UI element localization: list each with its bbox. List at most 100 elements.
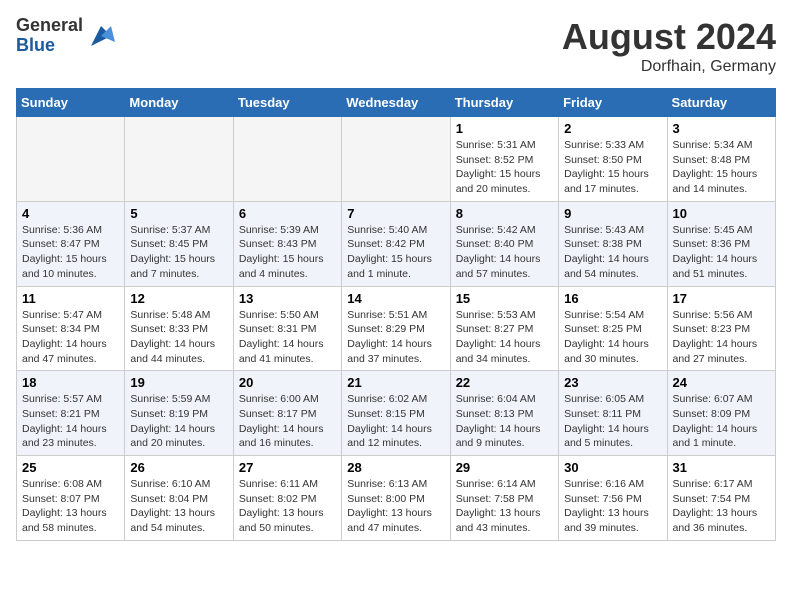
calendar-day-cell: 14Sunrise: 5:51 AMSunset: 8:29 PMDayligh…	[342, 286, 450, 371]
day-info: Sunrise: 6:14 AMSunset: 7:58 PMDaylight:…	[456, 477, 553, 536]
day-number: 24	[673, 375, 770, 390]
day-number: 20	[239, 375, 336, 390]
day-number: 3	[673, 121, 770, 136]
calendar-day-cell: 26 Sunrise: 6:10 AMSunset: 8:04 PMDayligh…	[125, 456, 233, 541]
calendar-table: SundayMondayTuesdayWednesdayThursdayFrid…	[16, 88, 776, 541]
calendar-day-cell: 13 Sunrise: 5:50 AMSunset: 8:31 PMDayligh…	[233, 286, 341, 371]
day-number: 28	[347, 460, 444, 475]
calendar-day-cell	[233, 117, 341, 202]
day-info: Sunrise: 5:31 AMSunset: 8:52 PMDaylight:…	[456, 138, 553, 197]
month-title: August 2024	[562, 16, 776, 58]
day-number: 25	[22, 460, 119, 475]
calendar-day-cell: 7Sunrise: 5:40 AMSunset: 8:42 PMDaylight…	[342, 201, 450, 286]
day-number: 31	[673, 460, 770, 475]
location: Dorfhain, Germany	[562, 58, 776, 76]
day-info: Sunrise: 5:54 AMSunset: 8:25 PMDaylight:…	[564, 308, 661, 367]
calendar-day-cell: 3 Sunrise: 5:34 AMSunset: 8:48 PMDaylight…	[667, 117, 775, 202]
day-info: Sunrise: 6:13 AMSunset: 8:00 PMDaylight:…	[347, 477, 444, 536]
day-number: 23	[564, 375, 661, 390]
day-info: Sunrise: 5:40 AMSunset: 8:42 PMDaylight:…	[347, 223, 444, 282]
calendar-day-cell: 12Sunrise: 5:48 AMSunset: 8:33 PMDayligh…	[125, 286, 233, 371]
logo-icon	[87, 22, 115, 50]
calendar-week-row: 25 Sunrise: 6:08 AMSunset: 8:07 PMDayligh…	[17, 456, 776, 541]
day-info: Sunrise: 5:36 AMSunset: 8:47 PMDaylight:…	[22, 223, 119, 282]
day-number: 21	[347, 375, 444, 390]
day-number: 15	[456, 291, 553, 306]
calendar-day-cell: 6 Sunrise: 5:39 AMSunset: 8:43 PMDaylight…	[233, 201, 341, 286]
day-info: Sunrise: 5:43 AMSunset: 8:38 PMDaylight:…	[564, 223, 661, 282]
day-info: Sunrise: 6:16 AMSunset: 7:56 PMDaylight:…	[564, 477, 661, 536]
day-info: Sunrise: 6:04 AMSunset: 8:13 PMDaylight:…	[456, 392, 553, 451]
day-info: Sunrise: 5:37 AMSunset: 8:45 PMDaylight:…	[130, 223, 227, 282]
day-number: 9	[564, 206, 661, 221]
calendar-day-cell: 18 Sunrise: 5:57 AMSunset: 8:21 PMDayligh…	[17, 371, 125, 456]
calendar-week-row: 4 Sunrise: 5:36 AMSunset: 8:47 PMDaylight…	[17, 201, 776, 286]
day-number: 29	[456, 460, 553, 475]
day-info: Sunrise: 5:48 AMSunset: 8:33 PMDaylight:…	[130, 308, 227, 367]
day-info: Sunrise: 5:53 AMSunset: 8:27 PMDaylight:…	[456, 308, 553, 367]
logo: General Blue	[16, 16, 115, 56]
day-header-saturday: Saturday	[667, 89, 775, 117]
day-number: 17	[673, 291, 770, 306]
day-header-wednesday: Wednesday	[342, 89, 450, 117]
calendar-day-cell: 29 Sunrise: 6:14 AMSunset: 7:58 PMDayligh…	[450, 456, 558, 541]
day-info: Sunrise: 5:50 AMSunset: 8:31 PMDaylight:…	[239, 308, 336, 367]
title-block: August 2024 Dorfhain, Germany	[562, 16, 776, 76]
day-number: 6	[239, 206, 336, 221]
day-header-tuesday: Tuesday	[233, 89, 341, 117]
day-header-sunday: Sunday	[17, 89, 125, 117]
calendar-day-cell: 20 Sunrise: 6:00 AMSunset: 8:17 PMDayligh…	[233, 371, 341, 456]
day-info: Sunrise: 5:47 AMSunset: 8:34 PMDaylight:…	[22, 308, 119, 367]
day-number: 5	[130, 206, 227, 221]
calendar-day-cell: 5 Sunrise: 5:37 AMSunset: 8:45 PMDaylight…	[125, 201, 233, 286]
calendar-week-row: 18 Sunrise: 5:57 AMSunset: 8:21 PMDayligh…	[17, 371, 776, 456]
day-info: Sunrise: 6:17 AMSunset: 7:54 PMDaylight:…	[673, 477, 770, 536]
calendar-day-cell: 28 Sunrise: 6:13 AMSunset: 8:00 PMDayligh…	[342, 456, 450, 541]
day-header-thursday: Thursday	[450, 89, 558, 117]
day-info: Sunrise: 5:42 AMSunset: 8:40 PMDaylight:…	[456, 223, 553, 282]
day-number: 26	[130, 460, 227, 475]
day-info: Sunrise: 6:07 AMSunset: 8:09 PMDaylight:…	[673, 392, 770, 451]
calendar-day-cell	[342, 117, 450, 202]
calendar-day-cell: 1 Sunrise: 5:31 AMSunset: 8:52 PMDaylight…	[450, 117, 558, 202]
day-number: 16	[564, 291, 661, 306]
day-number: 10	[673, 206, 770, 221]
page-header: General Blue August 2024 Dorfhain, Germa…	[16, 16, 776, 76]
calendar-week-row: 1 Sunrise: 5:31 AMSunset: 8:52 PMDaylight…	[17, 117, 776, 202]
calendar-day-cell: 30 Sunrise: 6:16 AMSunset: 7:56 PMDayligh…	[559, 456, 667, 541]
calendar-day-cell: 31 Sunrise: 6:17 AMSunset: 7:54 PMDayligh…	[667, 456, 775, 541]
day-info: Sunrise: 5:59 AMSunset: 8:19 PMDaylight:…	[130, 392, 227, 451]
calendar-day-cell: 23Sunrise: 6:05 AMSunset: 8:11 PMDayligh…	[559, 371, 667, 456]
day-info: Sunrise: 6:00 AMSunset: 8:17 PMDaylight:…	[239, 392, 336, 451]
day-info: Sunrise: 5:57 AMSunset: 8:21 PMDaylight:…	[22, 392, 119, 451]
day-number: 4	[22, 206, 119, 221]
day-number: 19	[130, 375, 227, 390]
day-number: 22	[456, 375, 553, 390]
calendar-day-cell	[17, 117, 125, 202]
calendar-week-row: 11 Sunrise: 5:47 AMSunset: 8:34 PMDayligh…	[17, 286, 776, 371]
day-info: Sunrise: 5:51 AMSunset: 8:29 PMDaylight:…	[347, 308, 444, 367]
day-info: Sunrise: 5:33 AMSunset: 8:50 PMDaylight:…	[564, 138, 661, 197]
day-number: 11	[22, 291, 119, 306]
day-info: Sunrise: 6:08 AMSunset: 8:07 PMDaylight:…	[22, 477, 119, 536]
day-header-friday: Friday	[559, 89, 667, 117]
calendar-day-cell: 11 Sunrise: 5:47 AMSunset: 8:34 PMDayligh…	[17, 286, 125, 371]
day-info: Sunrise: 5:56 AMSunset: 8:23 PMDaylight:…	[673, 308, 770, 367]
day-info: Sunrise: 6:10 AMSunset: 8:04 PMDaylight:…	[130, 477, 227, 536]
calendar-day-cell: 22 Sunrise: 6:04 AMSunset: 8:13 PMDayligh…	[450, 371, 558, 456]
calendar-day-cell: 27Sunrise: 6:11 AMSunset: 8:02 PMDayligh…	[233, 456, 341, 541]
day-number: 2	[564, 121, 661, 136]
calendar-day-cell: 19 Sunrise: 5:59 AMSunset: 8:19 PMDayligh…	[125, 371, 233, 456]
calendar-day-cell: 21Sunrise: 6:02 AMSunset: 8:15 PMDayligh…	[342, 371, 450, 456]
calendar-day-cell: 8Sunrise: 5:42 AMSunset: 8:40 PMDaylight…	[450, 201, 558, 286]
calendar-day-cell: 15 Sunrise: 5:53 AMSunset: 8:27 PMDayligh…	[450, 286, 558, 371]
day-number: 13	[239, 291, 336, 306]
day-number: 30	[564, 460, 661, 475]
calendar-day-cell: 24 Sunrise: 6:07 AMSunset: 8:09 PMDayligh…	[667, 371, 775, 456]
day-info: Sunrise: 5:39 AMSunset: 8:43 PMDaylight:…	[239, 223, 336, 282]
day-number: 18	[22, 375, 119, 390]
calendar-header-row: SundayMondayTuesdayWednesdayThursdayFrid…	[17, 89, 776, 117]
day-info: Sunrise: 5:34 AMSunset: 8:48 PMDaylight:…	[673, 138, 770, 197]
day-number: 1	[456, 121, 553, 136]
day-header-monday: Monday	[125, 89, 233, 117]
